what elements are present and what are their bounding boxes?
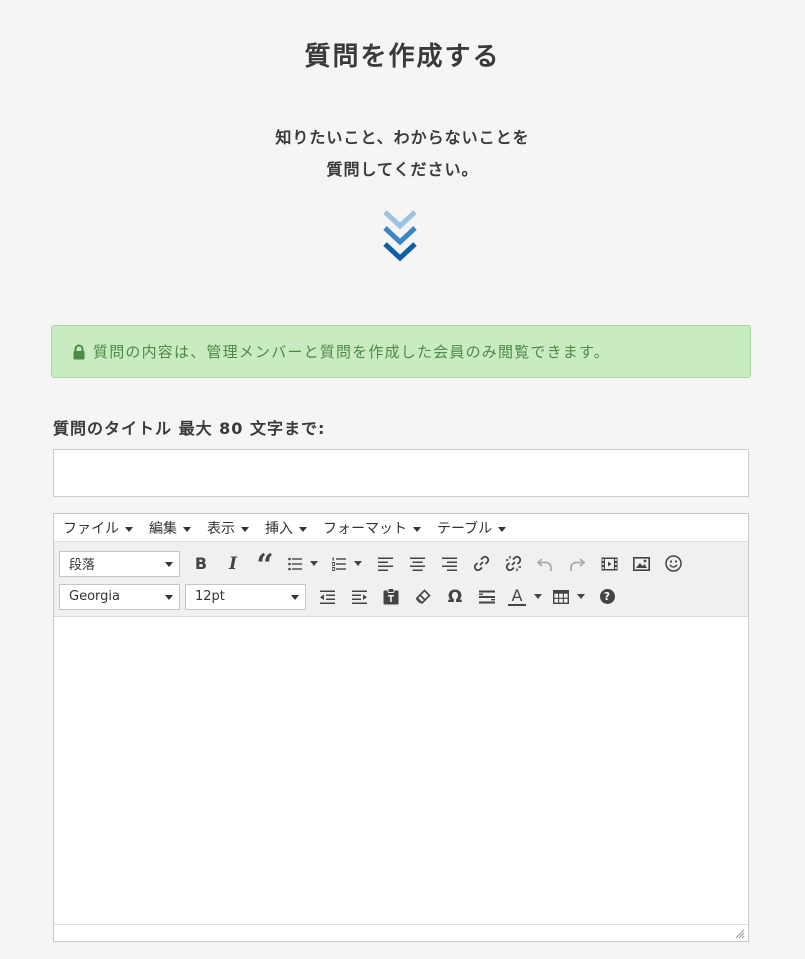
text-color-icon: A xyxy=(508,585,526,606)
rich-text-editor: ファイル 編集 表示 挿入 フォーマット テーブル 段落 B I “ Georg… xyxy=(53,513,749,942)
redo-icon xyxy=(570,557,585,571)
image-icon xyxy=(632,556,650,571)
chevron-down-icon xyxy=(534,594,542,599)
format-select-value: 段落 xyxy=(69,558,96,573)
editor-toolbar: 段落 B I “ Georgia 12pt Ω A ? xyxy=(54,542,748,617)
horizontal-rule-icon xyxy=(479,590,495,603)
menu-file[interactable]: ファイル xyxy=(63,518,133,538)
align-left-button[interactable] xyxy=(369,549,401,579)
blockquote-icon: “ xyxy=(256,547,274,583)
intro-text: 知りたいこと、わからないことを 質問してください。 xyxy=(0,122,805,186)
bullet-list-button[interactable] xyxy=(281,549,325,579)
numbered-list-icon xyxy=(332,557,346,571)
emoticon-icon xyxy=(664,555,682,572)
chevron-down-icon xyxy=(383,210,417,262)
outdent-button[interactable] xyxy=(311,582,343,612)
align-left-icon xyxy=(377,557,393,571)
menu-view[interactable]: 表示 xyxy=(207,518,249,538)
media-icon xyxy=(601,557,617,570)
insert-emoticon-button[interactable] xyxy=(657,549,689,579)
chevron-down-icon xyxy=(498,526,507,532)
text-color-glyph: A xyxy=(511,585,523,605)
align-right-icon xyxy=(441,557,457,571)
format-select[interactable]: 段落 xyxy=(59,550,180,577)
chevron-down-icon xyxy=(291,594,299,600)
bullet-list-icon xyxy=(288,557,302,570)
menu-edit[interactable]: 編集 xyxy=(149,518,191,538)
text-color-button[interactable]: A xyxy=(503,582,547,612)
bold-button[interactable]: B xyxy=(185,549,217,579)
redo-button[interactable] xyxy=(561,549,593,579)
clear-format-button[interactable] xyxy=(407,582,439,612)
menu-table-label: テーブル xyxy=(437,520,493,537)
title-field-label: 質問のタイトル 最大 80 文字まで: xyxy=(53,419,326,438)
chevron-down-icon xyxy=(165,561,173,567)
help-icon: ? xyxy=(599,589,615,604)
special-char-icon: Ω xyxy=(447,586,463,607)
intro-line-1: 知りたいこと、わからないことを xyxy=(275,128,530,147)
lock-icon xyxy=(73,344,85,359)
toolbar-row-2: Georgia 12pt Ω A ? xyxy=(59,580,748,613)
chevron-down-icon xyxy=(165,594,173,600)
unlink-icon xyxy=(505,555,521,572)
menu-file-label: ファイル xyxy=(63,520,119,537)
menu-format[interactable]: フォーマット xyxy=(323,518,421,538)
insert-media-button[interactable] xyxy=(593,549,625,579)
table-button[interactable] xyxy=(547,582,591,612)
bold-icon: B xyxy=(194,554,208,573)
font-size-value: 12pt xyxy=(195,589,225,604)
editor-statusbar xyxy=(54,924,748,941)
chevron-down-icon xyxy=(413,526,421,532)
chevron-down-icon xyxy=(125,526,133,532)
font-family-value: Georgia xyxy=(69,589,120,604)
privacy-notice: 質問の内容は、管理メンバーと質問を作成した会員のみ閲覧できます。 xyxy=(51,325,751,378)
menu-insert-label: 挿入 xyxy=(265,520,293,537)
menu-format-label: フォーマット xyxy=(323,520,407,537)
outdent-icon xyxy=(319,590,335,604)
undo-button[interactable] xyxy=(529,549,561,579)
font-family-select[interactable]: Georgia xyxy=(59,583,180,610)
italic-icon: I xyxy=(229,553,237,574)
undo-icon xyxy=(537,557,552,571)
clear-format-icon xyxy=(415,588,431,604)
link-icon xyxy=(473,555,489,572)
privacy-notice-text: 質問の内容は、管理メンバーと質問を作成した会員のみ閲覧できます。 xyxy=(93,343,610,361)
numbered-list-button[interactable] xyxy=(325,549,369,579)
question-title-input[interactable] xyxy=(53,449,749,497)
chevron-down-icon xyxy=(354,561,362,566)
editor-content-area[interactable] xyxy=(54,617,748,924)
insert-image-button[interactable] xyxy=(625,549,657,579)
page-title: 質問を作成する xyxy=(304,42,501,72)
align-right-button[interactable] xyxy=(433,549,465,579)
insert-link-button[interactable] xyxy=(465,549,497,579)
menu-edit-label: 編集 xyxy=(149,520,177,537)
paste-text-icon xyxy=(383,588,399,605)
menu-view-label: 表示 xyxy=(207,520,235,537)
chevron-down-icon xyxy=(241,526,249,532)
blockquote-button[interactable]: “ xyxy=(249,547,281,583)
menu-insert[interactable]: 挿入 xyxy=(265,518,307,538)
horizontal-rule-button[interactable] xyxy=(471,582,503,612)
menu-table[interactable]: テーブル xyxy=(437,518,507,538)
help-button[interactable]: ? xyxy=(591,582,623,612)
font-size-select[interactable]: 12pt xyxy=(185,583,306,610)
resize-handle-icon[interactable] xyxy=(735,929,745,939)
chevron-down-icon xyxy=(183,526,191,532)
table-icon xyxy=(553,589,569,604)
text-color-swatch xyxy=(508,603,526,606)
chevron-down-icon xyxy=(310,561,318,566)
indent-button[interactable] xyxy=(343,582,375,612)
remove-link-button[interactable] xyxy=(497,549,529,579)
special-character-button[interactable]: Ω xyxy=(439,582,471,612)
intro-line-2: 質問してください。 xyxy=(326,160,479,179)
align-center-icon xyxy=(409,557,425,571)
toolbar-row-1: 段落 B I “ xyxy=(59,547,748,580)
paste-text-button[interactable] xyxy=(375,582,407,612)
chevron-down-icon xyxy=(299,526,307,532)
italic-button[interactable]: I xyxy=(217,549,249,579)
indent-icon xyxy=(351,590,367,604)
chevron-down-icon xyxy=(577,594,585,599)
align-center-button[interactable] xyxy=(401,549,433,579)
editor-menubar: ファイル 編集 表示 挿入 フォーマット テーブル xyxy=(54,514,748,542)
